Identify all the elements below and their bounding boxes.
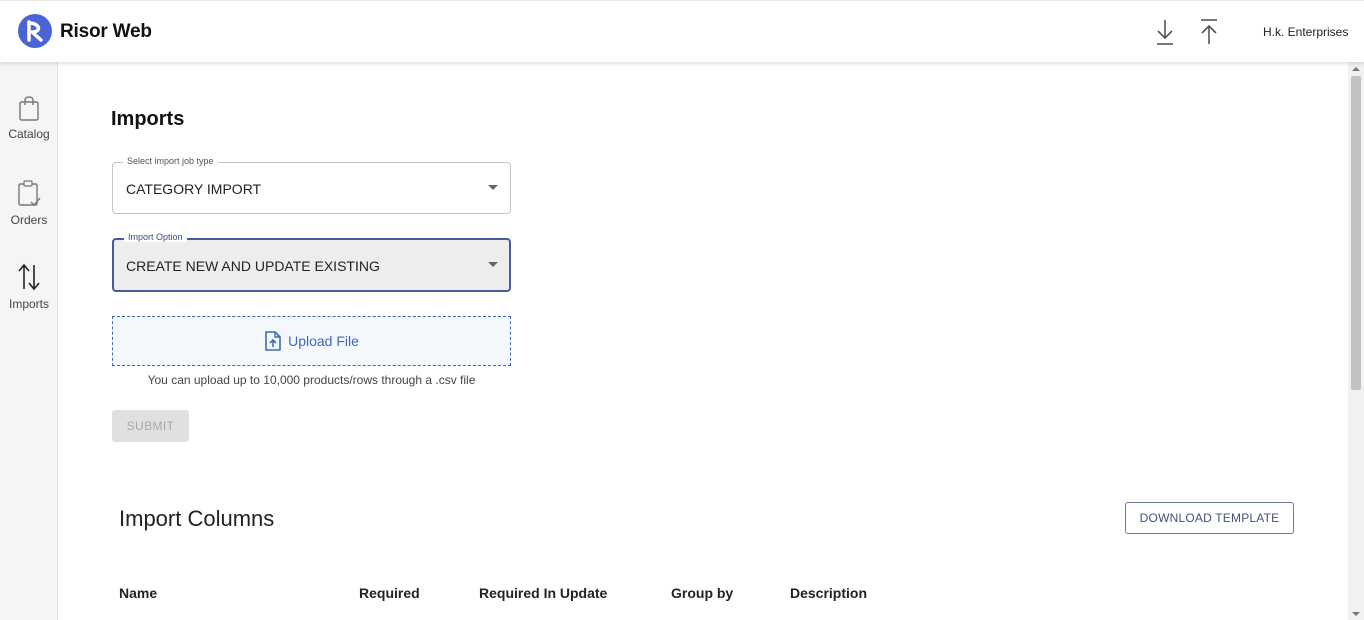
swap-vertical-icon xyxy=(18,263,40,291)
import-option-label: Import Option xyxy=(124,232,187,242)
column-header-group-by: Group by xyxy=(671,585,734,601)
caret-down-icon xyxy=(488,262,498,267)
import-option-select[interactable]: Import Option CREATE NEW AND UPDATE EXIS… xyxy=(112,232,511,292)
upload-icon[interactable] xyxy=(1196,17,1222,47)
sidebar-item-orders[interactable]: Orders xyxy=(0,178,58,227)
sidebar-item-label: Imports xyxy=(8,297,49,311)
scroll-down-icon[interactable] xyxy=(1351,610,1361,618)
job-type-label: Select import job type xyxy=(123,156,218,166)
logo-icon[interactable] xyxy=(18,14,52,48)
clipboard-check-icon xyxy=(18,180,41,207)
upload-file-dropzone[interactable]: Upload File xyxy=(112,316,511,366)
submit-button[interactable]: SUBMIT xyxy=(112,410,189,442)
company-name[interactable]: H.k. Enterprises xyxy=(1263,25,1348,39)
upload-file-button[interactable]: Upload File xyxy=(113,331,510,351)
import-columns-title: Import Columns xyxy=(119,506,275,531)
column-header-name: Name xyxy=(119,585,158,601)
caret-down-icon xyxy=(488,185,498,190)
job-type-value: CATEGORY IMPORT xyxy=(126,181,262,197)
file-upload-icon xyxy=(265,331,281,351)
upload-file-label: Upload File xyxy=(288,333,359,349)
column-header-required: Required xyxy=(359,585,420,601)
sidebar-item-catalog[interactable]: Catalog xyxy=(0,94,58,141)
download-template-button[interactable]: DOWNLOAD TEMPLATE xyxy=(1125,502,1294,534)
column-header-description: Description xyxy=(790,585,868,601)
shopping-bag-icon xyxy=(19,96,39,121)
job-type-select[interactable]: Select import job type CATEGORY IMPORT xyxy=(112,156,511,214)
import-option-value: CREATE NEW AND UPDATE EXISTING xyxy=(126,258,380,274)
upload-hint: You can upload up to 10,000 products/row… xyxy=(147,373,476,387)
sidebar-item-imports[interactable]: Imports xyxy=(0,262,58,311)
sidebar: Catalog Orders Imports xyxy=(0,62,58,620)
scroll-up-icon[interactable] xyxy=(1351,65,1361,73)
column-header-required-in-update: Required In Update xyxy=(479,585,608,601)
top-bar: Risor Web H.k. Enterprises xyxy=(0,0,1364,62)
sidebar-item-label: Catalog xyxy=(8,127,50,141)
app-title: Risor Web xyxy=(60,21,152,42)
scrollbar[interactable] xyxy=(1348,62,1364,620)
page-title: Imports xyxy=(111,108,185,130)
sidebar-item-label: Orders xyxy=(10,213,48,227)
download-icon[interactable] xyxy=(1152,17,1178,47)
scroll-thumb[interactable] xyxy=(1351,76,1361,390)
